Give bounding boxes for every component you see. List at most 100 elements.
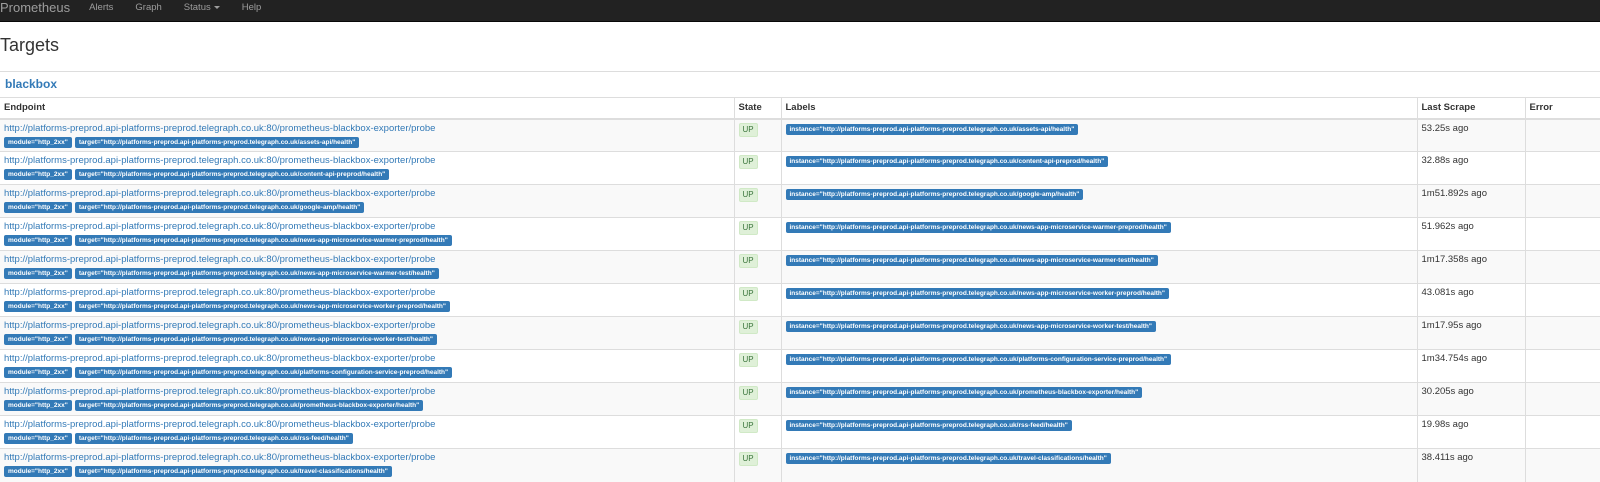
state-badge: UP xyxy=(738,254,758,268)
table-row: http://platforms-preprod.api-platforms-p… xyxy=(0,316,1600,350)
module-label-badge: module="http_2xx" xyxy=(4,268,72,279)
table-row: http://platforms-preprod.api-platforms-p… xyxy=(0,250,1600,284)
labels-cell: instance="http://platforms-preprod.api-p… xyxy=(780,151,1417,185)
state-cell: UP xyxy=(733,250,781,284)
state-badge: UP xyxy=(738,386,758,400)
module-label-badge: module="http_2xx" xyxy=(4,169,72,180)
target-label-badge: target="http://platforms-preprod.api-pla… xyxy=(74,268,439,279)
instance-label-badge: instance="http://platforms-preprod.api-p… xyxy=(785,420,1072,431)
error-cell xyxy=(1524,250,1600,284)
col-labels: Labels xyxy=(780,97,1417,120)
module-label-badge: module="http_2xx" xyxy=(4,301,72,312)
state-cell: UP xyxy=(733,118,781,152)
job-link[interactable]: blackbox xyxy=(5,77,57,91)
endpoint-cell: http://platforms-preprod.api-platforms-p… xyxy=(0,349,734,383)
brand-link[interactable]: Prometheus xyxy=(0,0,70,15)
last-scrape-cell: 32.88s ago xyxy=(1416,151,1525,185)
error-cell xyxy=(1524,283,1600,317)
col-state: State xyxy=(733,97,781,120)
endpoint-link[interactable]: http://platforms-preprod.api-platforms-p… xyxy=(4,452,730,463)
table-row: http://platforms-preprod.api-platforms-p… xyxy=(0,184,1600,218)
state-cell: UP xyxy=(733,217,781,251)
caret-down-icon xyxy=(213,5,220,9)
target-label-badge: target="http://platforms-preprod.api-pla… xyxy=(74,136,360,148)
endpoint-labels: module="http_2xx" target="http://platform… xyxy=(4,333,730,345)
module-label-badge: module="http_2xx" xyxy=(4,136,72,148)
endpoint-link[interactable]: http://platforms-preprod.api-platforms-p… xyxy=(4,320,730,331)
target-label-badge: target="http://platforms-preprod.api-pla… xyxy=(74,466,392,477)
state-badge: UP xyxy=(738,221,758,235)
target-label-badge: target="http://platforms-preprod.api-pla… xyxy=(74,334,437,345)
module-label-badge: module="http_2xx" xyxy=(4,235,72,246)
endpoint-link[interactable]: http://platforms-preprod.api-platforms-p… xyxy=(4,353,730,364)
error-cell xyxy=(1524,184,1600,218)
last-scrape-cell: 30.205s ago xyxy=(1416,382,1525,416)
endpoint-link[interactable]: http://platforms-preprod.api-platforms-p… xyxy=(4,419,730,430)
endpoint-link[interactable]: http://platforms-preprod.api-platforms-p… xyxy=(4,287,730,298)
error-cell xyxy=(1524,316,1600,350)
target-label-badge: target="http://platforms-preprod.api-pla… xyxy=(74,202,365,213)
endpoint-labels: module="http_2xx" target="http://platform… xyxy=(4,432,730,444)
last-scrape-cell: 1m51.892s ago xyxy=(1416,184,1525,218)
labels-cell: instance="http://platforms-preprod.api-p… xyxy=(780,118,1417,152)
state-badge: UP xyxy=(738,188,758,202)
labels-cell: instance="http://platforms-preprod.api-p… xyxy=(780,283,1417,317)
table-row: http://platforms-preprod.api-platforms-p… xyxy=(0,283,1600,317)
endpoint-link[interactable]: http://platforms-preprod.api-platforms-p… xyxy=(4,188,730,199)
nav-alerts[interactable]: Alerts xyxy=(89,2,113,13)
labels-cell: instance="http://platforms-preprod.api-p… xyxy=(780,349,1417,383)
labels-cell: instance="http://platforms-preprod.api-p… xyxy=(780,316,1417,350)
last-scrape-cell: 1m17.95s ago xyxy=(1416,316,1525,350)
last-scrape-cell: 19.98s ago xyxy=(1416,415,1525,449)
error-cell xyxy=(1524,382,1600,416)
endpoint-labels: module="http_2xx" target="http://platform… xyxy=(4,366,730,378)
last-scrape-cell: 1m17.358s ago xyxy=(1416,250,1525,284)
endpoint-link[interactable]: http://platforms-preprod.api-platforms-p… xyxy=(4,123,730,134)
nav-graph[interactable]: Graph xyxy=(135,2,161,13)
endpoint-link[interactable]: http://platforms-preprod.api-platforms-p… xyxy=(4,155,730,166)
target-label-badge: target="http://platforms-preprod.api-pla… xyxy=(74,367,453,378)
instance-label-badge: instance="http://platforms-preprod.api-p… xyxy=(785,387,1143,398)
endpoint-cell: http://platforms-preprod.api-platforms-p… xyxy=(0,448,734,482)
module-label-badge: module="http_2xx" xyxy=(4,466,72,477)
nav-help[interactable]: Help xyxy=(242,2,262,13)
state-badge: UP xyxy=(738,155,758,169)
labels-cell: instance="http://platforms-preprod.api-p… xyxy=(780,415,1417,449)
last-scrape-cell: 51.962s ago xyxy=(1416,217,1525,251)
job-header: blackbox xyxy=(0,71,1600,97)
table-header-row: Endpoint State Labels Last Scrape Error xyxy=(0,97,1600,120)
endpoint-labels: module="http_2xx" target="http://platform… xyxy=(4,201,730,213)
module-label-badge: module="http_2xx" xyxy=(4,367,72,378)
endpoint-labels: module="http_2xx" target="http://platform… xyxy=(4,300,730,312)
state-badge: UP xyxy=(738,452,758,466)
instance-label-badge: instance="http://platforms-preprod.api-p… xyxy=(785,222,1171,233)
endpoint-link[interactable]: http://platforms-preprod.api-platforms-p… xyxy=(4,254,730,265)
error-cell xyxy=(1524,349,1600,383)
endpoint-link[interactable]: http://platforms-preprod.api-platforms-p… xyxy=(4,221,730,232)
labels-cell: instance="http://platforms-preprod.api-p… xyxy=(780,250,1417,284)
table-row: http://platforms-preprod.api-platforms-p… xyxy=(0,118,1600,152)
error-cell xyxy=(1524,118,1600,152)
error-cell xyxy=(1524,448,1600,482)
nav-status[interactable]: Status xyxy=(184,2,220,13)
labels-cell: instance="http://platforms-preprod.api-p… xyxy=(780,184,1417,218)
table-row: http://platforms-preprod.api-platforms-p… xyxy=(0,448,1600,482)
module-label-badge: module="http_2xx" xyxy=(4,334,72,345)
instance-label-badge: instance="http://platforms-preprod.api-p… xyxy=(785,288,1169,299)
state-badge: UP xyxy=(738,353,758,367)
labels-cell: instance="http://platforms-preprod.api-p… xyxy=(780,448,1417,482)
error-cell xyxy=(1524,217,1600,251)
table-row: http://platforms-preprod.api-platforms-p… xyxy=(0,415,1600,449)
error-cell xyxy=(1524,151,1600,185)
endpoint-link[interactable]: http://platforms-preprod.api-platforms-p… xyxy=(4,386,730,397)
instance-label-badge: instance="http://platforms-preprod.api-p… xyxy=(785,354,1172,365)
endpoint-cell: http://platforms-preprod.api-platforms-p… xyxy=(0,184,734,218)
endpoint-cell: http://platforms-preprod.api-platforms-p… xyxy=(0,316,734,350)
state-cell: UP xyxy=(733,382,781,416)
col-endpoint: Endpoint xyxy=(0,97,734,120)
state-badge: UP xyxy=(738,419,758,433)
error-cell xyxy=(1524,415,1600,449)
instance-label-badge: instance="http://platforms-preprod.api-p… xyxy=(785,189,1084,200)
state-cell: UP xyxy=(733,448,781,482)
endpoint-labels: module="http_2xx" target="http://platform… xyxy=(4,136,730,148)
